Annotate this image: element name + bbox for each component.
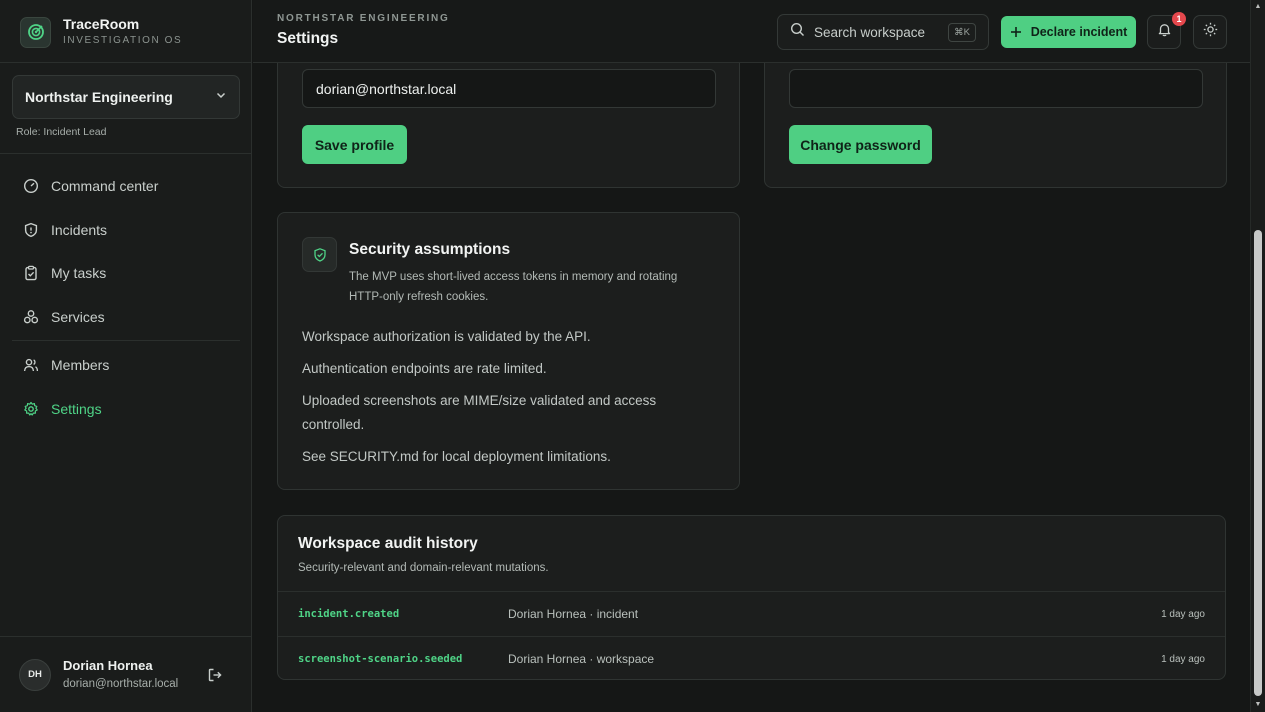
workspace-name: Northstar Engineering — [25, 89, 173, 105]
nav-secondary: Members Settings — [12, 347, 240, 434]
sidebar-item-label: Settings — [51, 400, 102, 417]
divider — [12, 340, 240, 341]
gear-icon — [23, 401, 39, 417]
search-icon — [790, 22, 805, 42]
app-subtitle: INVESTIGATION OS — [63, 35, 183, 46]
services-icon — [23, 309, 39, 325]
sidebar-item-services[interactable]: Services — [12, 299, 240, 335]
nav-primary: Command center Incidents My tasks Servic… — [12, 168, 240, 343]
sidebar-item-label: Incidents — [51, 221, 108, 238]
search-placeholder: Search workspace — [814, 24, 926, 40]
audit-actor: Dorian Hornea · incident — [508, 607, 639, 621]
search-shortcut: ⌘K — [948, 23, 976, 42]
security-title: Security assumptions — [349, 241, 511, 258]
page-title: Settings — [277, 30, 339, 47]
scrollbar-thumb[interactable] — [1254, 230, 1262, 696]
user-name: Dorian Hornea — [63, 657, 153, 673]
avatar[interactable]: DH — [19, 658, 51, 691]
list-item: Authentication endpoints are rate limite… — [302, 361, 547, 376]
audit-time: 1 day ago — [1161, 608, 1205, 620]
top-bar: NORTHSTAR ENGINEERING Settings Search wo… — [253, 0, 1250, 63]
users-icon — [23, 357, 39, 373]
sidebar-item-members[interactable]: Members — [12, 347, 240, 383]
search-input[interactable]: Search workspace ⌘K — [777, 14, 989, 50]
brand[interactable]: TraceRoom INVESTIGATION OS — [20, 15, 182, 49]
save-profile-button[interactable]: Save profile — [302, 125, 407, 164]
user-email: dorian@northstar.local — [63, 677, 179, 690]
sidebar-item-label: My tasks — [51, 265, 107, 282]
email-field[interactable]: dorian@northstar.local — [302, 69, 716, 108]
password-field[interactable] — [789, 69, 1203, 108]
audit-title: Workspace audit history — [298, 535, 478, 552]
scroll-up-icon[interactable]: ▲ — [1254, 3, 1262, 11]
sidebar-item-my-tasks[interactable]: My tasks — [12, 255, 240, 291]
shield-check-icon — [302, 237, 337, 272]
divider — [0, 62, 252, 63]
table-row: incident.created Dorian Hornea · inciden… — [278, 591, 1225, 636]
logout-icon[interactable] — [207, 667, 223, 688]
security-description: The MVP uses short-lived access tokens i… — [349, 271, 678, 303]
security-card: Security assumptions The MVP uses short-… — [277, 212, 740, 490]
notifications-button[interactable]: 1 — [1147, 12, 1186, 49]
shield-icon — [23, 222, 39, 238]
security-list: Workspace authorization is validated by … — [302, 325, 702, 477]
breadcrumb: NORTHSTAR ENGINEERING — [277, 13, 450, 24]
audit-time: 1 day ago — [1161, 653, 1205, 665]
traceroom-logo-icon — [20, 16, 51, 48]
sidebar-item-label: Members — [51, 357, 110, 373]
audit-subtitle: Security-relevant and domain-relevant mu… — [298, 562, 549, 574]
gauge-icon — [23, 178, 39, 194]
sidebar-item-incidents[interactable]: Incidents — [12, 212, 240, 248]
sidebar-item-command-center[interactable]: Command center — [12, 168, 240, 204]
declare-incident-label: Declare incident — [1030, 25, 1128, 39]
list-item: See SECURITY.md for local deployment lim… — [302, 449, 611, 464]
list-item: Uploaded screenshots are MIME/size valid… — [302, 393, 657, 432]
app-name: TraceRoom — [63, 16, 140, 32]
notification-badge: 1 — [1172, 12, 1186, 26]
audit-event: incident.created — [298, 608, 400, 620]
table-row: screenshot-scenario.seeded Dorian Hornea… — [278, 636, 1225, 681]
theme-toggle-button[interactable] — [1193, 15, 1227, 49]
sidebar: TraceRoom INVESTIGATION OS Northstar Eng… — [0, 0, 252, 712]
audit-event: screenshot-scenario.seeded — [298, 653, 463, 665]
declare-incident-button[interactable]: Declare incident — [1001, 16, 1136, 48]
scrollbar[interactable]: ▲ ▼ — [1250, 0, 1265, 712]
clipboard-check-icon — [23, 265, 39, 281]
workspace-role: Role: Incident Lead — [16, 126, 107, 138]
list-item: Workspace authorization is validated by … — [302, 329, 591, 344]
sidebar-item-settings[interactable]: Settings — [12, 391, 240, 427]
user-profile: DH Dorian Hornea dorian@northstar.local — [0, 636, 252, 712]
audit-actor: Dorian Hornea · workspace — [508, 652, 655, 666]
bell-icon — [1157, 22, 1172, 42]
sun-icon — [1203, 22, 1218, 42]
scroll-down-icon[interactable]: ▼ — [1254, 701, 1262, 709]
sidebar-item-label: Services — [51, 309, 105, 326]
divider — [0, 153, 252, 154]
workspace-selector[interactable]: Northstar Engineering — [12, 75, 240, 119]
sidebar-item-label: Command center — [51, 178, 159, 194]
change-password-button[interactable]: Change password — [789, 125, 932, 164]
chevron-down-icon — [215, 88, 227, 106]
audit-card: Workspace audit history Security-relevan… — [277, 515, 1226, 680]
plus-icon — [1010, 26, 1022, 38]
